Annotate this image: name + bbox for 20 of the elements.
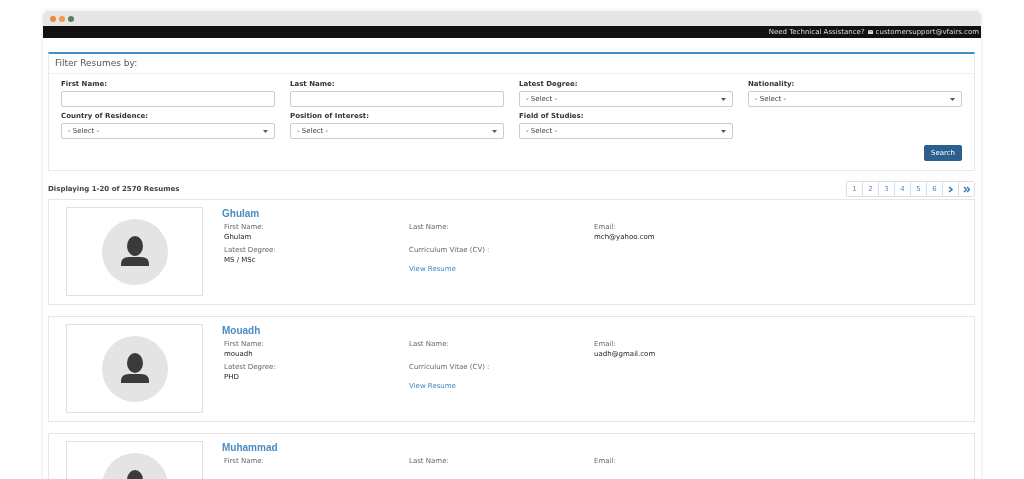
caret-icon	[492, 129, 497, 133]
caret-icon	[950, 97, 955, 101]
candidate-name[interactable]: Mouadh	[222, 325, 957, 336]
candidate-name[interactable]: Ghulam	[222, 208, 957, 219]
caret-icon	[263, 129, 268, 133]
last-page-button[interactable]	[958, 182, 974, 196]
caret-icon	[721, 97, 726, 101]
maximize-dot-icon[interactable]	[68, 15, 74, 22]
envelope-icon	[867, 30, 873, 34]
text-input-field[interactable]	[290, 91, 504, 107]
person-avatar-icon	[101, 335, 168, 402]
candidate-name[interactable]: Muhammad	[222, 442, 957, 453]
person-avatar-icon	[101, 218, 168, 285]
text-input-field[interactable]	[61, 91, 275, 107]
minimize-dot-icon[interactable]	[59, 15, 65, 22]
filter-title: Filter Resumes by:	[49, 54, 974, 74]
caret-icon	[721, 129, 726, 133]
double-chevron-right-icon	[963, 185, 970, 193]
close-dot-icon[interactable]	[50, 15, 56, 22]
chevron-right-icon	[947, 185, 954, 193]
